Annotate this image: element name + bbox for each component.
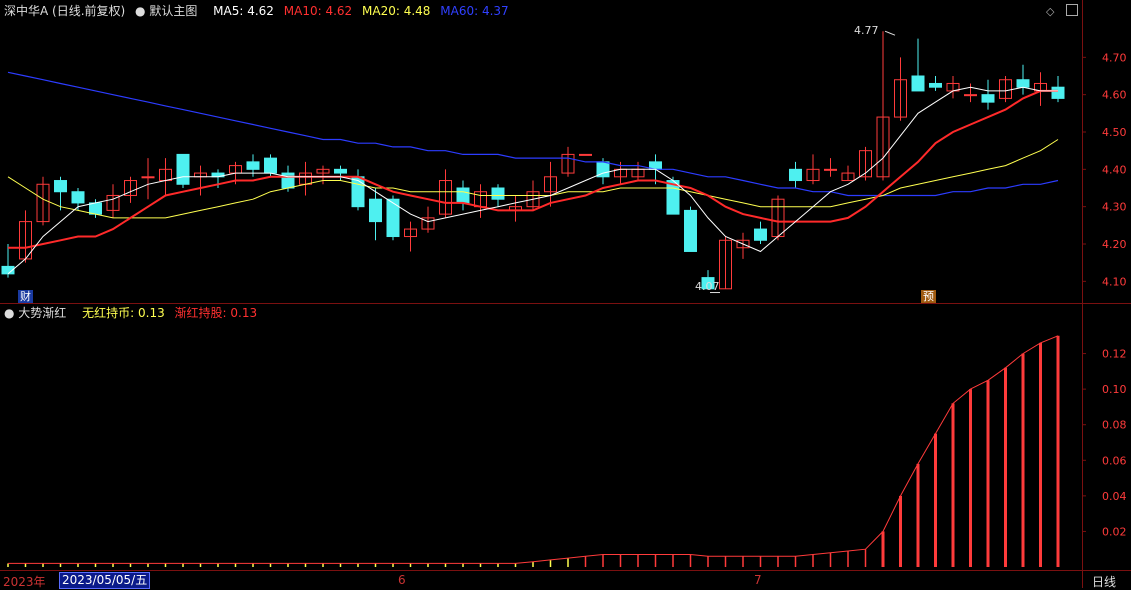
candle-body bbox=[929, 82, 942, 88]
window-icon[interactable] bbox=[1066, 4, 1078, 16]
template-name: 默认主图 bbox=[149, 4, 198, 18]
low-price-label: 4.07 bbox=[695, 280, 720, 293]
candle-body bbox=[579, 153, 592, 156]
indicator-dropdown[interactable]: ● 大势渐红 bbox=[4, 306, 72, 320]
candle-body bbox=[246, 161, 260, 170]
ma60-label: MA60: 4.37 bbox=[440, 4, 509, 18]
candle-body bbox=[351, 176, 365, 208]
sub-tick-label: 0.10 bbox=[1102, 383, 1127, 396]
forecast-marker[interactable]: 预 bbox=[921, 290, 936, 303]
candle-body bbox=[369, 198, 382, 223]
candle-body bbox=[491, 187, 505, 200]
candle-body bbox=[1016, 79, 1030, 88]
ma5-label: MA5: 4.62 bbox=[213, 4, 274, 18]
candle-body bbox=[386, 198, 400, 238]
candle-body bbox=[754, 228, 767, 241]
candle-body bbox=[1051, 86, 1065, 99]
candle-body bbox=[911, 75, 925, 92]
price-tick-label: 4.60 bbox=[1102, 89, 1127, 102]
year-label: 2023年 bbox=[3, 575, 46, 589]
candle-body bbox=[176, 153, 190, 185]
price-tick-label: 4.50 bbox=[1102, 126, 1127, 139]
candle-body bbox=[964, 94, 977, 97]
candle-body bbox=[264, 157, 277, 174]
candle-body bbox=[89, 202, 102, 215]
month-7-label: 7 bbox=[754, 573, 762, 587]
price-tick-label: 4.70 bbox=[1102, 51, 1127, 64]
line2-label: 渐红持股: 0.13 bbox=[174, 306, 258, 320]
candle-body bbox=[684, 209, 697, 252]
candle-body bbox=[281, 172, 295, 189]
candle-body bbox=[141, 176, 155, 179]
stock-title[interactable]: 深中华A (日线.前复权) bbox=[4, 4, 125, 18]
candle-body bbox=[71, 191, 85, 204]
main-header: 深中华A (日线.前复权) ● 默认主图 MA5: 4.62 MA10: 4.6… bbox=[4, 3, 515, 19]
indicator-name: 大势渐红 bbox=[18, 306, 67, 320]
finance-marker[interactable]: 财 bbox=[18, 290, 33, 303]
month-6-label: 6 bbox=[398, 573, 406, 587]
high-price-label: 4.77 bbox=[854, 24, 879, 37]
sub-tick-label: 0.02 bbox=[1102, 525, 1127, 538]
price-tick-label: 4.10 bbox=[1102, 275, 1127, 288]
candle-body bbox=[789, 168, 802, 182]
high-pointer bbox=[884, 30, 896, 36]
candle-body bbox=[334, 168, 347, 174]
template-dropdown[interactable]: ● 默认主图 bbox=[135, 4, 203, 18]
sub-tick-label: 0.06 bbox=[1102, 454, 1127, 467]
price-tick-label: 4.30 bbox=[1102, 201, 1127, 214]
candle-body bbox=[54, 180, 67, 193]
ma10-label: MA10: 4.62 bbox=[283, 4, 353, 18]
stock-chart: 4.70 4.60 4.50 4.40 4.30 4.20 4.10 0.12 0.10 0.08… bbox=[0, 0, 1131, 588]
sub-header: ● 大势渐红 无红持币: 0.13 渐红持股: 0.13 bbox=[4, 305, 263, 321]
diamond-icon[interactable]: ◇ bbox=[1046, 5, 1054, 18]
ma20-label: MA20: 4.48 bbox=[362, 4, 431, 18]
sub-tick-label: 0.08 bbox=[1102, 419, 1127, 432]
candle-body bbox=[981, 94, 995, 103]
sub-tick-label: 0.04 bbox=[1102, 490, 1127, 503]
candle-body bbox=[456, 187, 470, 204]
selected-date: 2023/05/05/五 bbox=[59, 572, 151, 589]
price-tick-label: 4.20 bbox=[1102, 238, 1127, 251]
period-label[interactable]: 日线 bbox=[1092, 573, 1116, 590]
sub-tick-label: 0.12 bbox=[1102, 348, 1127, 361]
candle-body bbox=[824, 168, 837, 171]
price-tick-label: 4.40 bbox=[1102, 163, 1127, 176]
line1-label: 无红持币: 0.13 bbox=[82, 306, 165, 320]
